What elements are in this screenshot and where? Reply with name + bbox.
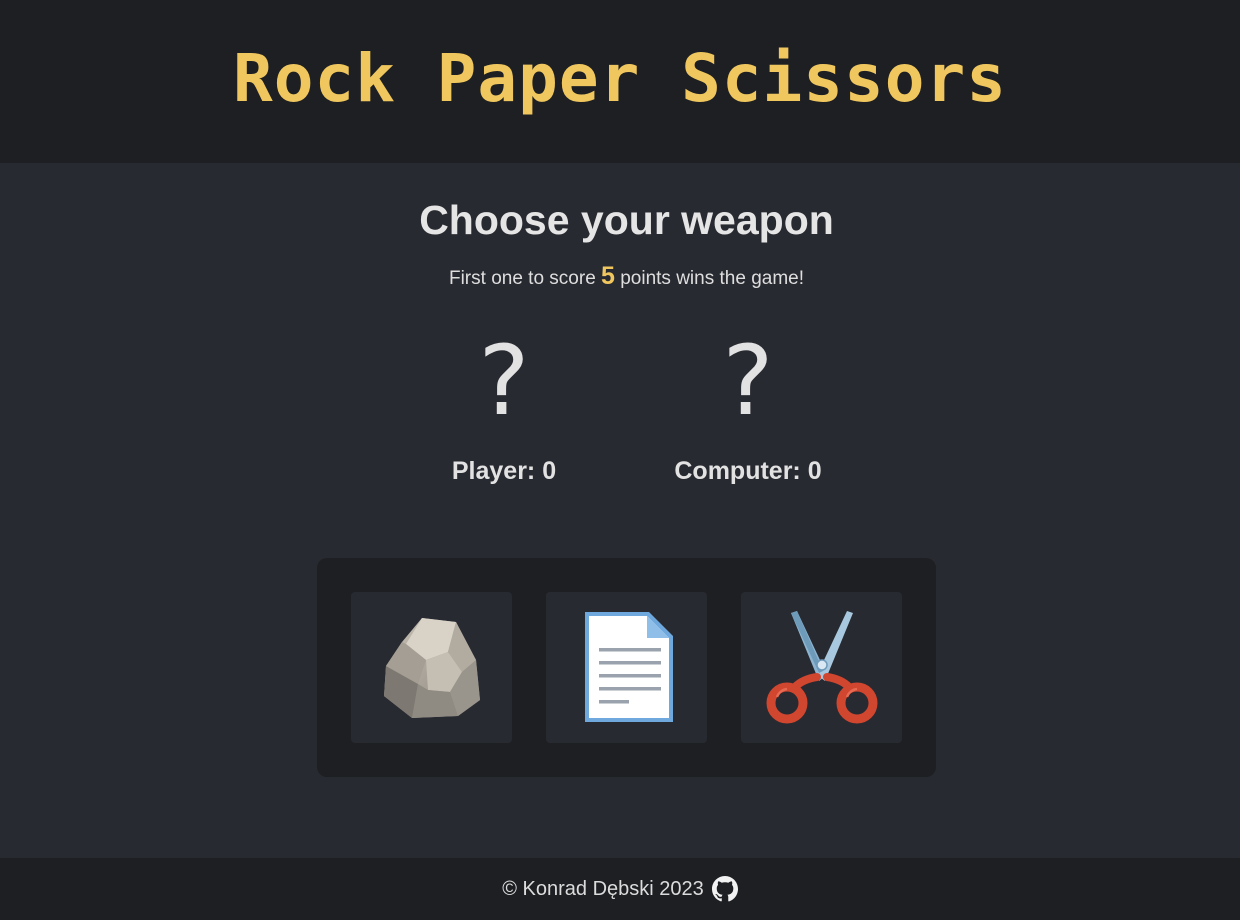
player-score: Player: 0	[451, 457, 557, 485]
rule-suffix: points wins the game!	[620, 268, 804, 289]
player-choice-display: ?	[478, 325, 530, 437]
win-points: 5	[601, 262, 615, 290]
computer-score-panel: ? Computer: 0	[638, 331, 858, 486]
computer-score: Computer: 0	[674, 457, 822, 485]
rock-button[interactable]	[351, 592, 512, 743]
choose-heading: Choose your weapon	[419, 197, 834, 243]
site-header: Rock Paper Scissors	[0, 0, 1240, 163]
computer-choice-display: ?	[722, 325, 774, 437]
paper-button[interactable]	[546, 592, 707, 743]
player-score-panel: ? Player: 0	[394, 331, 614, 486]
rock-icon	[383, 617, 480, 718]
site-footer: © Konrad Dębski 2023	[0, 858, 1240, 920]
paper-icon	[584, 611, 673, 722]
rule-text: First one to score 5 points wins the gam…	[0, 261, 1240, 294]
scissors-button[interactable]	[741, 592, 902, 743]
rule-prefix: First one to score	[448, 268, 596, 289]
weapon-picker	[317, 558, 936, 777]
copyright-text: © Konrad Dębski 2023	[502, 877, 704, 900]
game-area: Choose your weapon First one to score 5 …	[0, 163, 1240, 858]
scissors-icon	[766, 610, 877, 723]
page-title: Rock Paper Scissors	[233, 39, 1007, 117]
github-icon[interactable]	[711, 876, 738, 902]
